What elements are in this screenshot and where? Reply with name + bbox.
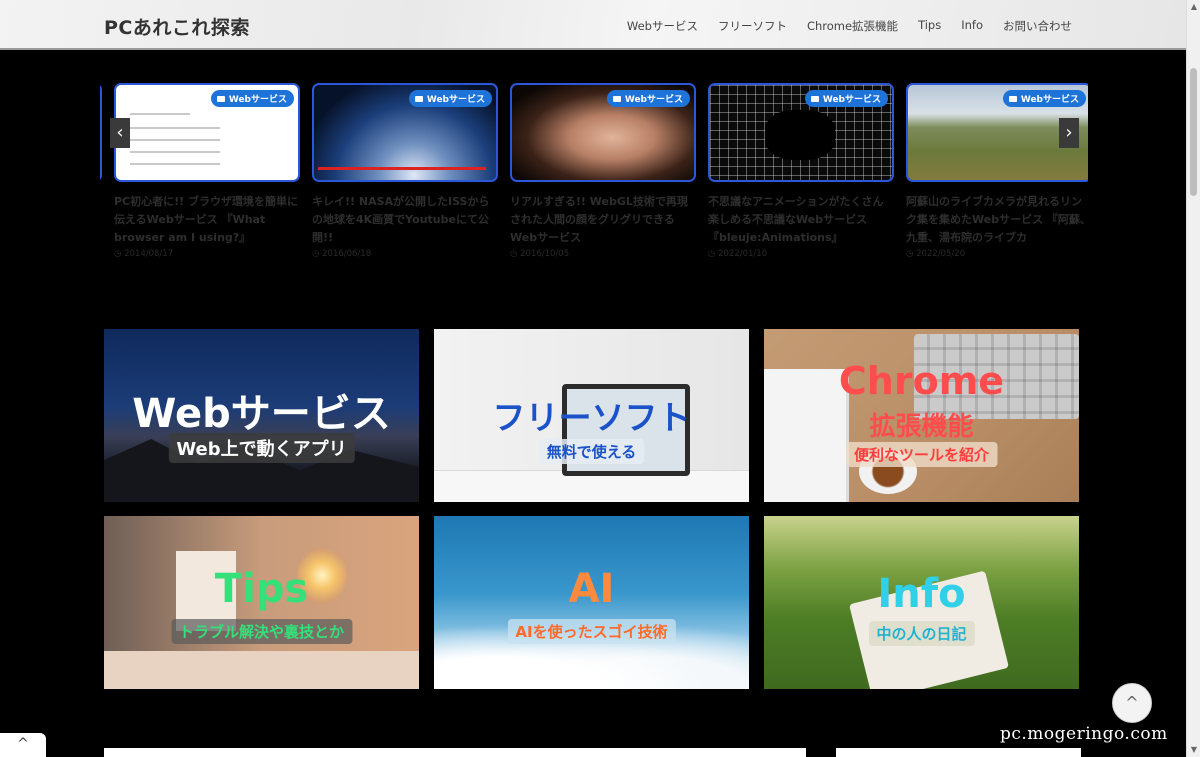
- banner-subtitle: トラブル解決や裏技とか: [170, 619, 353, 644]
- carousel-card[interactable]: Webサービス リアルすぎる!! WebGL技術で再現された人間の顔をグリグリで…: [510, 83, 696, 263]
- category-banner-info[interactable]: Info 中の人の日記: [764, 516, 1079, 689]
- nav-item-free-software[interactable]: フリーソフト: [718, 18, 787, 34]
- banner-subtitle: 中の人の日記: [868, 621, 975, 646]
- chevron-up-icon: ^: [1125, 693, 1139, 712]
- watermark: pc.mogeringo.com: [1000, 724, 1168, 744]
- card-thumbnail: [100, 83, 102, 182]
- category-badge: Webサービス: [606, 90, 690, 107]
- category-badge: Webサービス: [1002, 90, 1086, 107]
- banner-subtitle: Web上で動くアプリ: [168, 433, 355, 463]
- card-title[interactable]: キレイ!! NASAが公開したISSからの地球を4K画質でYoutubeにて公開…: [312, 193, 498, 247]
- carousel-prev-button[interactable]: ‹: [110, 118, 130, 148]
- card-date: 2022/05/20: [906, 249, 965, 259]
- back-to-top-button[interactable]: ^: [1112, 683, 1152, 723]
- carousel-card[interactable]: Webサービス PC初心者に!! ブラウザ環境を簡単に伝えるWebサービス 『W…: [114, 83, 300, 263]
- card-thumbnail: Webサービス: [510, 83, 696, 182]
- banner-title: フリーソフト: [492, 398, 691, 437]
- featured-carousel: Webサービス PC初心者に!! ブラウザ環境を簡単に伝えるWebサービス 『W…: [100, 83, 1088, 263]
- nav-item-info[interactable]: Info: [961, 18, 983, 34]
- card-date: 2022/01/10: [708, 249, 767, 259]
- site-title[interactable]: PCあれこれ探索: [104, 13, 250, 40]
- card-thumbnail: Webサービス: [114, 83, 300, 182]
- banner-title: Chrome: [838, 359, 1005, 403]
- chevron-left-icon: ‹: [116, 122, 124, 143]
- carousel-card-partial[interactable]: [100, 83, 102, 263]
- nav-item-web-services[interactable]: Webサービス: [627, 18, 698, 34]
- sidebar-area-top: [836, 748, 1081, 757]
- category-banner-web-services[interactable]: Webサービス Web上で動くアプリ: [104, 329, 419, 502]
- carousel-next-button[interactable]: ›: [1059, 118, 1079, 148]
- card-date: 2014/08/17: [114, 249, 173, 259]
- category-badge: Webサービス: [210, 90, 294, 107]
- scroll-down-arrow-icon[interactable]: ▼: [1187, 743, 1200, 757]
- card-thumbnail: Webサービス: [708, 83, 894, 182]
- category-badge: Webサービス: [408, 90, 492, 107]
- category-banner-ai[interactable]: AI AIを使ったスゴイ技術: [434, 516, 749, 689]
- banner-title: Tips: [214, 566, 309, 612]
- global-nav: Webサービス フリーソフト Chrome拡張機能 Tips Info お問い合…: [627, 18, 1072, 34]
- carousel-card[interactable]: Webサービス 不思議なアニメーションがたくさん楽しめる不思議なWebサービス …: [708, 83, 894, 263]
- card-date: 2016/10/05: [510, 249, 569, 259]
- site-header: PCあれこれ探索 Webサービス フリーソフト Chrome拡張機能 Tips …: [0, 0, 1186, 50]
- card-title[interactable]: リアルすぎる!! WebGL技術で再現された人間の顔をグリグリできるWebサービ…: [510, 193, 696, 247]
- page-scrollbar[interactable]: ▲ ▼: [1186, 0, 1200, 757]
- card-thumbnail: Webサービス: [312, 83, 498, 182]
- category-banner-free-software[interactable]: フリーソフト 無料で使える: [434, 329, 749, 502]
- nav-item-tips[interactable]: Tips: [918, 18, 941, 34]
- chevron-up-icon: ^: [17, 736, 29, 752]
- bottom-toggle-tab[interactable]: ^: [0, 733, 46, 757]
- category-badge: Webサービス: [804, 90, 888, 107]
- card-title[interactable]: PC初心者に!! ブラウザ環境を簡単に伝えるWebサービス 『What brow…: [114, 193, 300, 247]
- banner-subtitle: 無料で使える: [538, 439, 645, 464]
- chevron-right-icon: ›: [1065, 122, 1073, 143]
- category-banner-tips[interactable]: Tips トラブル解決や裏技とか: [104, 516, 419, 689]
- scrollbar-thumb[interactable]: [1190, 68, 1197, 196]
- card-title[interactable]: 阿蘇山のライブカメラが見れるリンク集を集めたWebサービス 『阿蘇、九重、湯布院…: [906, 193, 1088, 247]
- banner-subtitle: 便利なツールを紹介: [845, 442, 998, 467]
- banner-title: Webサービス: [132, 391, 391, 437]
- card-title[interactable]: 不思議なアニメーションがたくさん楽しめる不思議なWebサービス 『bleuje:…: [708, 193, 894, 247]
- scroll-up-arrow-icon[interactable]: ▲: [1187, 0, 1200, 14]
- nav-item-contact[interactable]: お問い合わせ: [1003, 18, 1072, 34]
- carousel-card[interactable]: Webサービス 阿蘇山のライブカメラが見れるリンク集を集めたWebサービス 『阿…: [906, 83, 1088, 263]
- nav-item-chrome-extensions[interactable]: Chrome拡張機能: [807, 18, 898, 34]
- banner-subtitle: AIを使ったスゴイ技術: [507, 619, 676, 644]
- banner-title-line2: 拡張機能: [869, 412, 974, 442]
- category-banner-chrome-extensions[interactable]: Chrome 拡張機能 便利なツールを紹介: [764, 329, 1079, 502]
- banner-title: AI: [568, 566, 615, 612]
- banner-title: Info: [877, 571, 966, 617]
- card-date: 2016/06/18: [312, 249, 371, 259]
- carousel-card[interactable]: Webサービス キレイ!! NASAが公開したISSからの地球を4K画質でYou…: [312, 83, 498, 263]
- content-area-top: [104, 748, 806, 757]
